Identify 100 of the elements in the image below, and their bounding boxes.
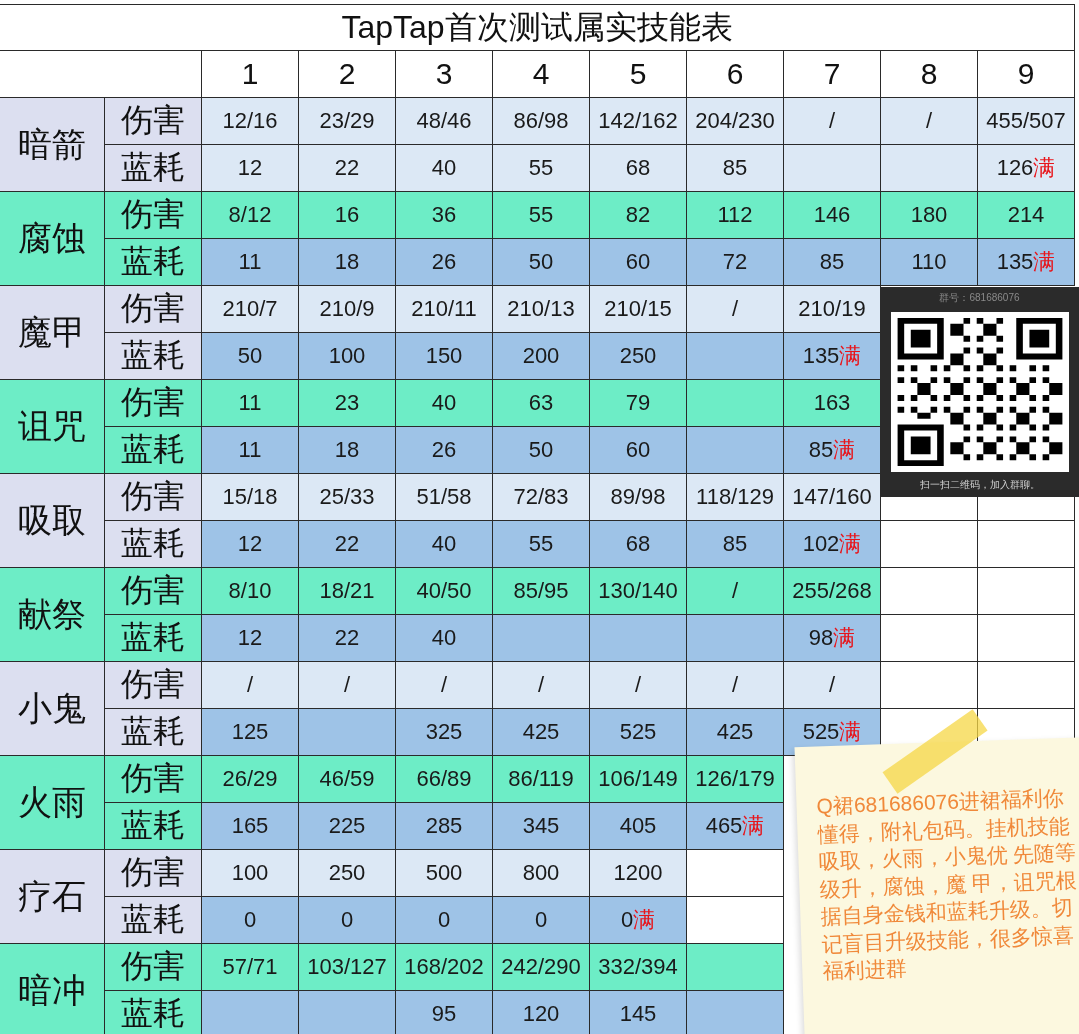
table-cell: 40 [396,521,493,568]
table-cell: 150 [396,333,493,380]
table-cell: 525 [590,709,687,756]
table-cell: 22 [299,145,396,192]
table-cell: 425 [687,709,784,756]
table-cell: 102满 [784,521,881,568]
table-cell: 66/89 [396,756,493,803]
row-label: 伤害 [105,662,202,709]
table-cell: 79 [590,380,687,427]
skill-name: 暗冲 [0,944,105,1034]
table-cell: 204/230 [687,98,784,145]
skill-name: 小鬼 [0,662,105,756]
table-cell: 36 [396,192,493,239]
table-cell: 85 [784,239,881,286]
table-cell: 85/95 [493,568,590,615]
table-cell: 11 [202,427,299,474]
table-cell: 12 [202,521,299,568]
skill-name: 火雨 [0,756,105,850]
group-number: 群号：681686076 [939,291,1020,305]
table-cell: 214 [978,192,1075,239]
table-cell: 285 [396,803,493,850]
table-cell: 8/10 [202,568,299,615]
table-cell: 118/129 [687,474,784,521]
table-cell: 135满 [978,239,1075,286]
table-cell: 1200 [590,850,687,897]
table-cell: 18 [299,239,396,286]
table-cell: 68 [590,145,687,192]
table-cell: / [784,662,881,709]
table-cell: 85满 [784,427,881,474]
table-cell: / [881,98,978,145]
table-cell: / [202,662,299,709]
column-header: 1 [202,51,299,98]
table-cell: 12/16 [202,98,299,145]
table-cell: 165 [202,803,299,850]
table-cell: 85 [687,521,784,568]
table-cell: 55 [493,145,590,192]
row-label: 伤害 [105,568,202,615]
skill-name: 吸取 [0,474,105,568]
skill-name: 诅咒 [0,380,105,474]
row-label: 伤害 [105,380,202,427]
table-cell: 455/507 [978,98,1075,145]
table-cell: 210/15 [590,286,687,333]
table-cell: 210/19 [784,286,881,333]
table-cell: 18/21 [299,568,396,615]
table-cell: 86/119 [493,756,590,803]
table-cell: 332/394 [590,944,687,991]
table-cell: 18 [299,427,396,474]
table-cell: / [590,662,687,709]
table-cell: 242/290 [493,944,590,991]
skill-name: 腐蚀 [0,192,105,286]
table-cell: 50 [493,239,590,286]
table-cell: 163 [784,380,881,427]
row-label: 蓝耗 [105,991,202,1034]
table-cell: 325 [396,709,493,756]
row-label: 伤害 [105,286,202,333]
qr-code-icon [890,311,1069,472]
row-label: 伤害 [105,944,202,991]
table-cell: 110 [881,239,978,286]
table-cell: 26/29 [202,756,299,803]
table-cell: 210/9 [299,286,396,333]
skill-name: 魔甲 [0,286,105,380]
row-label: 蓝耗 [105,897,202,944]
table-cell: 72/83 [493,474,590,521]
qr-caption: 扫一扫二维码，加入群聊。 [919,478,1040,492]
table-cell: 142/162 [590,98,687,145]
table-cell: 200 [493,333,590,380]
table-cell: 16 [299,192,396,239]
table-cell: 126/179 [687,756,784,803]
table-cell: 50 [202,333,299,380]
row-label: 蓝耗 [105,521,202,568]
table-cell: 103/127 [299,944,396,991]
sheet-title: TapTap首次测试属实技能表 [0,5,1075,51]
table-cell: 106/149 [590,756,687,803]
row-label: 蓝耗 [105,803,202,850]
table-cell: 345 [493,803,590,850]
table-cell: 135满 [784,333,881,380]
column-header: 2 [299,51,396,98]
row-label: 伤害 [105,756,202,803]
table-cell: 40/50 [396,568,493,615]
table-cell: 465满 [687,803,784,850]
column-header: 4 [493,51,590,98]
row-label: 蓝耗 [105,145,202,192]
table-cell: 40 [396,380,493,427]
table-cell: 23/29 [299,98,396,145]
row-label: 伤害 [105,98,202,145]
table-cell: 0 [493,897,590,944]
column-header: 8 [881,51,978,98]
table-cell: / [396,662,493,709]
table-cell: 11 [202,380,299,427]
table-cell: 250 [590,333,687,380]
table-cell: 12 [202,615,299,662]
table-cell: 255/268 [784,568,881,615]
column-header: 3 [396,51,493,98]
table-cell: 23 [299,380,396,427]
column-header: 5 [590,51,687,98]
table-cell: / [687,662,784,709]
table-cell: 40 [396,615,493,662]
table-cell: 210/13 [493,286,590,333]
table-cell: 0 [299,897,396,944]
table-cell: 50 [493,427,590,474]
